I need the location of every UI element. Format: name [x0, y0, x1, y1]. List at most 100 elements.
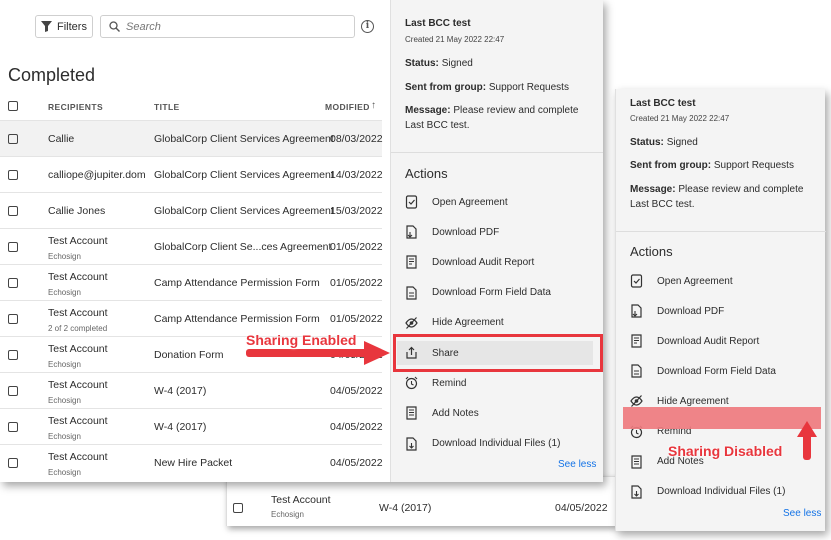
- filters-button[interactable]: Filters: [35, 15, 93, 38]
- detail-panel: Last BCC test Created 21 May 2022 22:47 …: [390, 0, 603, 482]
- select-all-checkbox[interactable]: [8, 101, 18, 111]
- recipient-sub: Echosign: [48, 252, 81, 261]
- modified-cell: 14/03/2022: [330, 169, 383, 181]
- see-less-link[interactable]: See less: [558, 459, 596, 470]
- agreement-title: Last BCC test: [630, 98, 696, 109]
- action-download-form-field-data[interactable]: Download Form Field Data: [405, 283, 551, 303]
- action-label: Download Form Field Data: [432, 287, 551, 299]
- action-download-audit-report[interactable]: Download Audit Report: [630, 331, 759, 351]
- row-checkbox[interactable]: [8, 242, 18, 252]
- action-label: Hide Agreement: [432, 317, 504, 329]
- row-checkbox[interactable]: [8, 350, 18, 360]
- column-header-modified[interactable]: MODIFIED: [325, 102, 370, 112]
- recipient-name: Test Account: [48, 343, 108, 355]
- recipient-name: Test Account: [271, 494, 331, 506]
- recipient-name: Test Account: [48, 235, 108, 247]
- table-row[interactable]: Test Account Echosign New Hire Packet 04/05…: [0, 444, 383, 480]
- recipient-name: Test Account: [48, 415, 108, 427]
- audit-report-icon: [631, 334, 642, 348]
- search-input[interactable]: Search: [100, 15, 355, 38]
- hide-icon: [405, 316, 418, 329]
- action-add-notes[interactable]: Add Notes: [405, 403, 479, 423]
- row-checkbox[interactable]: [8, 206, 18, 216]
- callout-arrow-disabled: [803, 434, 811, 460]
- recipient-cell: Test Account Echosign: [48, 451, 108, 477]
- table-row[interactable]: Test Account 2 of 2 completed Camp Attenda…: [0, 300, 383, 336]
- group-value: Support Requests: [713, 160, 794, 171]
- row-checkbox[interactable]: [8, 278, 18, 288]
- group-line: Sent from group: Support Requests: [630, 158, 794, 173]
- modified-cell: 08/03/2022: [330, 133, 383, 145]
- action-download-individual-files-1[interactable]: Download Individual Files (1): [630, 482, 785, 502]
- row-checkbox[interactable]: [8, 170, 18, 180]
- action-label: Add Notes: [432, 407, 479, 419]
- message-line: Message: Please review and complete Last…: [630, 182, 820, 212]
- group-value: Support Requests: [488, 82, 569, 93]
- table-row[interactable]: Test Account Echosign Camp Attendance Perm…: [0, 264, 383, 300]
- agreement-title: Last BCC test: [405, 18, 471, 29]
- action-open-agreement[interactable]: Open Agreement: [630, 271, 733, 291]
- action-label: Download Individual Files (1): [432, 438, 561, 450]
- row-checkbox[interactable]: [8, 458, 18, 468]
- recipient-cell: Test Account Echosign: [48, 379, 108, 405]
- form-data-icon: [631, 364, 642, 378]
- action-label: Open Agreement: [432, 196, 508, 208]
- recipient-name: Callie: [48, 133, 75, 145]
- modified-cell: 01/05/2022: [330, 313, 383, 325]
- title-cell: W-4 (2017): [379, 502, 432, 514]
- recipient-cell: calliope@jupiter.dom: [48, 169, 146, 181]
- recipient-cell: Test Account Echosign: [48, 235, 108, 261]
- action-label: Download PDF: [432, 226, 500, 238]
- files-icon: [631, 485, 642, 499]
- info-icon[interactable]: i: [361, 20, 374, 33]
- table-row[interactable]: Callie GlobalCorp Client Services Agreeme…: [0, 120, 383, 156]
- action-label: Open Agreement: [657, 275, 733, 287]
- audit-report-icon: [406, 255, 417, 269]
- filter-icon: [41, 21, 53, 32]
- title-cell: GlobalCorp Client Services Agreement: [154, 169, 334, 181]
- column-header-recipients[interactable]: RECIPIENTS: [48, 102, 103, 112]
- status-value: Signed: [666, 137, 698, 148]
- page-title: Completed: [8, 65, 96, 85]
- action-open-agreement[interactable]: Open Agreement: [405, 192, 508, 212]
- table-row[interactable]: calliope@jupiter.dom GlobalCorp Client Se…: [0, 156, 383, 192]
- table-row[interactable]: Test Account Echosign GlobalCorp Client Se…: [0, 228, 383, 264]
- action-download-pdf[interactable]: Download PDF: [630, 301, 724, 321]
- sort-ascending-icon[interactable]: ↑: [371, 100, 376, 111]
- row-checkbox[interactable]: [8, 386, 18, 396]
- group-line: Sent from group: Support Requests: [405, 80, 569, 95]
- table-row[interactable]: Test Account Echosign W-4 (2017) 04/05/2…: [227, 476, 616, 526]
- action-download-pdf[interactable]: Download PDF: [405, 222, 499, 242]
- row-checkbox[interactable]: [233, 503, 243, 513]
- callout-arrow-enabled: [246, 349, 368, 357]
- column-header-title[interactable]: TITLE: [154, 102, 180, 112]
- row-checkbox[interactable]: [8, 422, 18, 432]
- action-remind[interactable]: Remind: [405, 373, 466, 393]
- divider: [616, 231, 826, 232]
- action-label: Download Audit Report: [657, 335, 760, 347]
- recipient-cell: Test Account Echosign: [48, 271, 108, 297]
- action-download-audit-report[interactable]: Download Audit Report: [405, 252, 534, 272]
- recipient-name: Test Account: [48, 307, 108, 319]
- modified-cell: 04/05/2022: [555, 502, 608, 514]
- share-highlight-box: [393, 334, 603, 372]
- table-row[interactable]: Test Account Echosign W-4 (2017) 04/05/2022: [0, 408, 383, 444]
- row-checkbox[interactable]: [8, 314, 18, 324]
- modified-cell: 01/05/2022: [330, 241, 383, 253]
- message-label: Message:: [630, 184, 676, 195]
- action-download-individual-files-1[interactable]: Download Individual Files (1): [405, 434, 560, 454]
- action-download-form-field-data[interactable]: Download Form Field Data: [630, 361, 776, 381]
- missing-share-highlight: [623, 407, 821, 429]
- title-cell: GlobalCorp Client Services Agreement: [154, 133, 334, 145]
- see-less-link[interactable]: See less: [783, 508, 821, 519]
- status-line: Status: Signed: [630, 135, 698, 150]
- actions-heading: Actions: [405, 166, 448, 181]
- row-checkbox[interactable]: [8, 134, 18, 144]
- status-value: Signed: [441, 58, 473, 69]
- action-label: Download Form Field Data: [657, 365, 776, 377]
- table-row[interactable]: Callie Jones GlobalCorp Client Services A…: [0, 192, 383, 228]
- sharing-disabled-callout: Sharing Disabled: [668, 443, 783, 459]
- table-row[interactable]: Test Account Echosign W-4 (2017) 04/05/2022: [0, 372, 383, 408]
- action-label: Hide Agreement: [657, 395, 729, 407]
- action-hide-agreement[interactable]: Hide Agreement: [405, 313, 504, 333]
